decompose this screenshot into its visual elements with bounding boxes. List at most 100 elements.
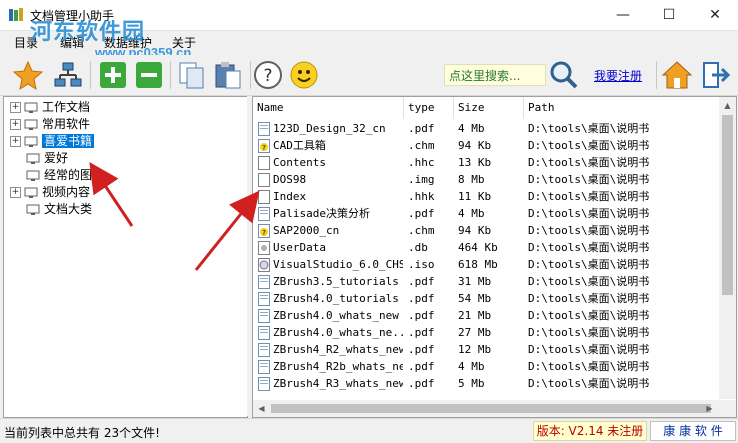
version-badge[interactable]: 版本: V2.14 未注册 <box>533 421 647 441</box>
cell-name: 123D_Design_32_cn <box>273 122 386 135</box>
tree-node-work-docs[interactable]: + 工作文档 <box>10 99 90 115</box>
exit-icon[interactable] <box>700 59 732 91</box>
cell-name: UserData <box>273 241 326 254</box>
tree-node-video-content[interactable]: + 视频内容 <box>10 184 90 200</box>
table-row[interactable]: ZBrush4.0_tutorials .pdf 54 Mb D:\tools\桌面\… <box>253 290 719 307</box>
toolbar: ? 点这里搜索... 我要注册 <box>0 55 738 96</box>
monitor-icon <box>24 187 38 198</box>
register-link[interactable]: 我要注册 <box>594 67 642 84</box>
monitor-icon <box>26 204 40 215</box>
horizontal-scrollbar[interactable]: ◀ ▶ <box>253 400 736 417</box>
column-header-name[interactable]: Name <box>253 97 404 119</box>
expand-icon[interactable]: + <box>10 102 21 113</box>
vertical-scrollbar[interactable]: ▲ <box>719 97 736 399</box>
cell-path: D:\tools\桌面\说明书 <box>528 360 650 373</box>
cell-name: Palisade决策分析 <box>273 207 370 220</box>
remove-icon[interactable] <box>133 59 165 91</box>
category-tree[interactable]: + 工作文档 + 常用软件 + 喜爱书籍 爱好 经常的图 + 视频内容 文档大类 <box>3 96 248 418</box>
copy-icon[interactable] <box>176 59 208 91</box>
cell-type: .pdf <box>408 122 435 135</box>
table-row[interactable]: ZBrush4.0_whats_new .pdf 21 Mb D:\tools\桌面\… <box>253 307 719 324</box>
paste-icon[interactable] <box>212 59 244 91</box>
table-row[interactable]: DOS98 .img 8 Mb D:\tools\桌面\说明书 <box>253 171 719 188</box>
smiley-icon[interactable] <box>288 59 320 91</box>
file-pdf-icon <box>258 343 270 357</box>
cell-size: 94 Kb <box>458 224 492 237</box>
cell-size: 8 Mb <box>458 173 485 186</box>
scroll-left-icon[interactable]: ◀ <box>253 400 270 417</box>
maximize-button[interactable]: ☐ <box>646 0 692 30</box>
cell-name: ZBrush4.0_tutorials <box>273 292 399 305</box>
column-header-type[interactable]: type <box>404 97 454 119</box>
cell-path: D:\tools\桌面\说明书 <box>528 173 650 186</box>
scroll-up-icon[interactable]: ▲ <box>719 97 736 114</box>
network-icon[interactable] <box>52 59 84 91</box>
column-header-size[interactable]: Size <box>454 97 524 119</box>
table-row[interactable]: ? SAP2000_cn .chm 94 Kb D:\tools\桌面\说明书 <box>253 222 719 239</box>
cell-name: DOS98 <box>273 173 307 186</box>
expand-icon[interactable]: + <box>10 136 21 147</box>
table-row[interactable]: ZBrush3.5_tutorials .pdf 31 Mb D:\tools\桌面\… <box>253 273 719 290</box>
help-icon[interactable]: ? <box>252 59 284 91</box>
home-icon[interactable] <box>661 59 693 91</box>
tree-node-favorite-books[interactable]: + 喜爱书籍 <box>10 133 95 149</box>
file-iso-icon <box>258 258 270 272</box>
minimize-button[interactable]: — <box>600 0 646 30</box>
file-pdf-icon <box>258 377 270 391</box>
cell-size: 4 Mb <box>458 360 485 373</box>
table-row[interactable]: Contents .hhc 13 Kb D:\tools\桌面\说明书 <box>253 154 719 171</box>
file-chm-icon: ? <box>258 224 270 238</box>
cell-path: D:\tools\桌面\说明书 <box>528 224 650 237</box>
scroll-right-icon[interactable]: ▶ <box>701 400 718 417</box>
watermark-logo: 河东软件园 <box>30 20 146 45</box>
horizontal-scroll-thumb[interactable] <box>271 404 711 413</box>
table-row[interactable]: UserData .db 464 Kb D:\tools\桌面\说明书 <box>253 239 719 256</box>
cell-name: ZBrush4.0_whats_new <box>273 309 399 322</box>
monitor-icon <box>26 153 40 164</box>
column-header-path[interactable]: Path <box>524 97 719 119</box>
search-input[interactable]: 点这里搜索... <box>444 64 546 86</box>
cell-name: Contents <box>273 156 326 169</box>
cell-type: .pdf <box>408 292 435 305</box>
file-list[interactable]: Name type Size Path 123D_Design_32_cn .pd… <box>252 96 737 418</box>
table-row[interactable]: VisualStudio_6.0_CHS .iso 618 Mb D:\tools\桌… <box>253 256 719 273</box>
expand-icon[interactable]: + <box>10 187 21 198</box>
tree-node-common-software[interactable]: + 常用软件 <box>10 116 90 132</box>
expand-icon[interactable]: + <box>10 119 21 130</box>
cell-type: .pdf <box>408 360 435 373</box>
cell-type: .img <box>408 173 435 186</box>
cell-size: 21 Mb <box>458 309 492 322</box>
table-row[interactable]: ? CAD工具箱 .chm 94 Kb D:\tools\桌面\说明书 <box>253 137 719 154</box>
table-row[interactable]: ZBrush4.0_whats_ne... .pdf 27 Mb D:\tools\桌… <box>253 324 719 341</box>
cell-type: .pdf <box>408 326 435 339</box>
table-row[interactable]: ZBrush4_R2b_whats_new .pdf 4 Mb D:\tools\桌面… <box>253 358 719 375</box>
table-row[interactable]: Index .hhk 11 Kb D:\tools\桌面\说明书 <box>253 188 719 205</box>
cell-size: 27 Mb <box>458 326 492 339</box>
cell-name: SAP2000_cn <box>273 224 340 237</box>
cell-path: D:\tools\桌面\说明书 <box>528 377 650 390</box>
table-row[interactable]: ZBrush4_R3_whats_new .pdf 5 Mb D:\tools\桌面\… <box>253 375 719 392</box>
monitor-icon <box>26 170 40 181</box>
add-icon[interactable] <box>97 59 129 91</box>
table-row[interactable]: 123D_Design_32_cn .pdf 4 Mb D:\tools\桌面\说明书 <box>253 120 719 137</box>
cell-size: 13 Kb <box>458 156 492 169</box>
search-icon[interactable] <box>548 59 580 91</box>
cell-path: D:\tools\桌面\说明书 <box>528 343 650 356</box>
tree-node-hobbies[interactable]: 爱好 <box>26 150 68 166</box>
cell-size: 11 Kb <box>458 190 492 203</box>
star-icon[interactable] <box>12 59 44 91</box>
cell-name: VisualStudio_6.0_CHS <box>273 258 403 271</box>
table-row[interactable]: ZBrush4_R2_whats_new .pdf 12 Mb D:\tools\桌面… <box>253 341 719 358</box>
status-file-count: 当前列表中总共有 23个文件! <box>4 426 160 440</box>
cell-path: D:\tools\桌面\说明书 <box>528 190 650 203</box>
cell-size: 5 Mb <box>458 377 485 390</box>
tree-node-common-images[interactable]: 经常的图 <box>26 167 92 183</box>
vertical-scroll-thumb[interactable] <box>722 115 733 295</box>
company-label[interactable]: 康 康 软 件 <box>650 421 736 441</box>
status-bar: 当前列表中总共有 23个文件! 版本: V2.14 未注册 康 康 软 件 <box>0 418 738 443</box>
close-button[interactable]: ✕ <box>692 0 738 30</box>
tree-node-doc-categories[interactable]: 文档大类 <box>26 201 92 217</box>
file-pdf-icon <box>258 275 270 289</box>
svg-text:?: ? <box>262 144 266 152</box>
table-row[interactable]: Palisade决策分析 .pdf 4 Mb D:\tools\桌面\说明书 <box>253 205 719 222</box>
